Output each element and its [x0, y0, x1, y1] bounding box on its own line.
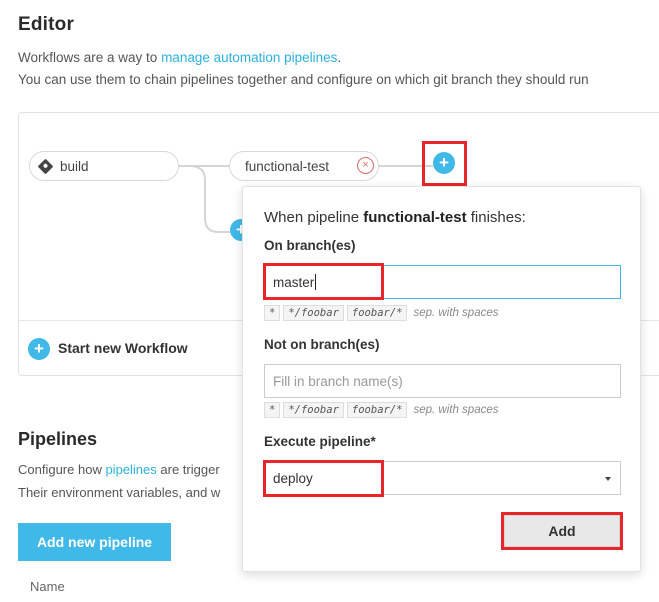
execute-pipeline-select[interactable]: deploy [264, 461, 621, 495]
node-label: build [60, 158, 89, 174]
text-caret [315, 274, 317, 290]
git-icon [37, 158, 54, 174]
remove-node-icon[interactable]: × [357, 157, 374, 174]
start-workflow-icon[interactable]: + [28, 338, 50, 360]
workflow-node-build[interactable]: build [29, 151, 179, 181]
pipelines-link[interactable]: pipelines [105, 462, 156, 477]
pipelines-intro-line2: Their environment variables, and w [18, 485, 221, 500]
pipelines-intro-line1: Configure how pipelines are trigger [18, 462, 220, 477]
popover-pipeline-name: functional-test [363, 209, 467, 226]
start-new-workflow-button[interactable]: Start new Workflow [58, 340, 188, 356]
on-branch-input[interactable]: master [264, 265, 621, 299]
pipelines-title: Pipelines [18, 429, 98, 449]
add-trigger-button[interactable]: Add [504, 515, 620, 547]
add-next-pipeline-icon[interactable]: + [433, 152, 455, 174]
name-column-header: Name [30, 579, 65, 594]
add-new-pipeline-button[interactable]: Add new pipeline [18, 523, 171, 561]
not-on-branch-label: Not on branch(es) [264, 337, 380, 352]
chevron-down-icon [605, 477, 611, 481]
node-label: functional-test [245, 158, 330, 174]
on-branch-hints: * */foobar foobar/* sep. with spaces [264, 305, 499, 321]
execute-pipeline-label: Execute pipeline* [264, 434, 376, 449]
not-on-branch-input[interactable]: Fill in branch name(s) [264, 364, 621, 398]
not-on-branch-hints: * */foobar foobar/* sep. with spaces [264, 402, 499, 418]
on-branch-label: On branch(es) [264, 238, 356, 253]
popover-title: When pipeline functional-test finishes: [264, 209, 526, 226]
